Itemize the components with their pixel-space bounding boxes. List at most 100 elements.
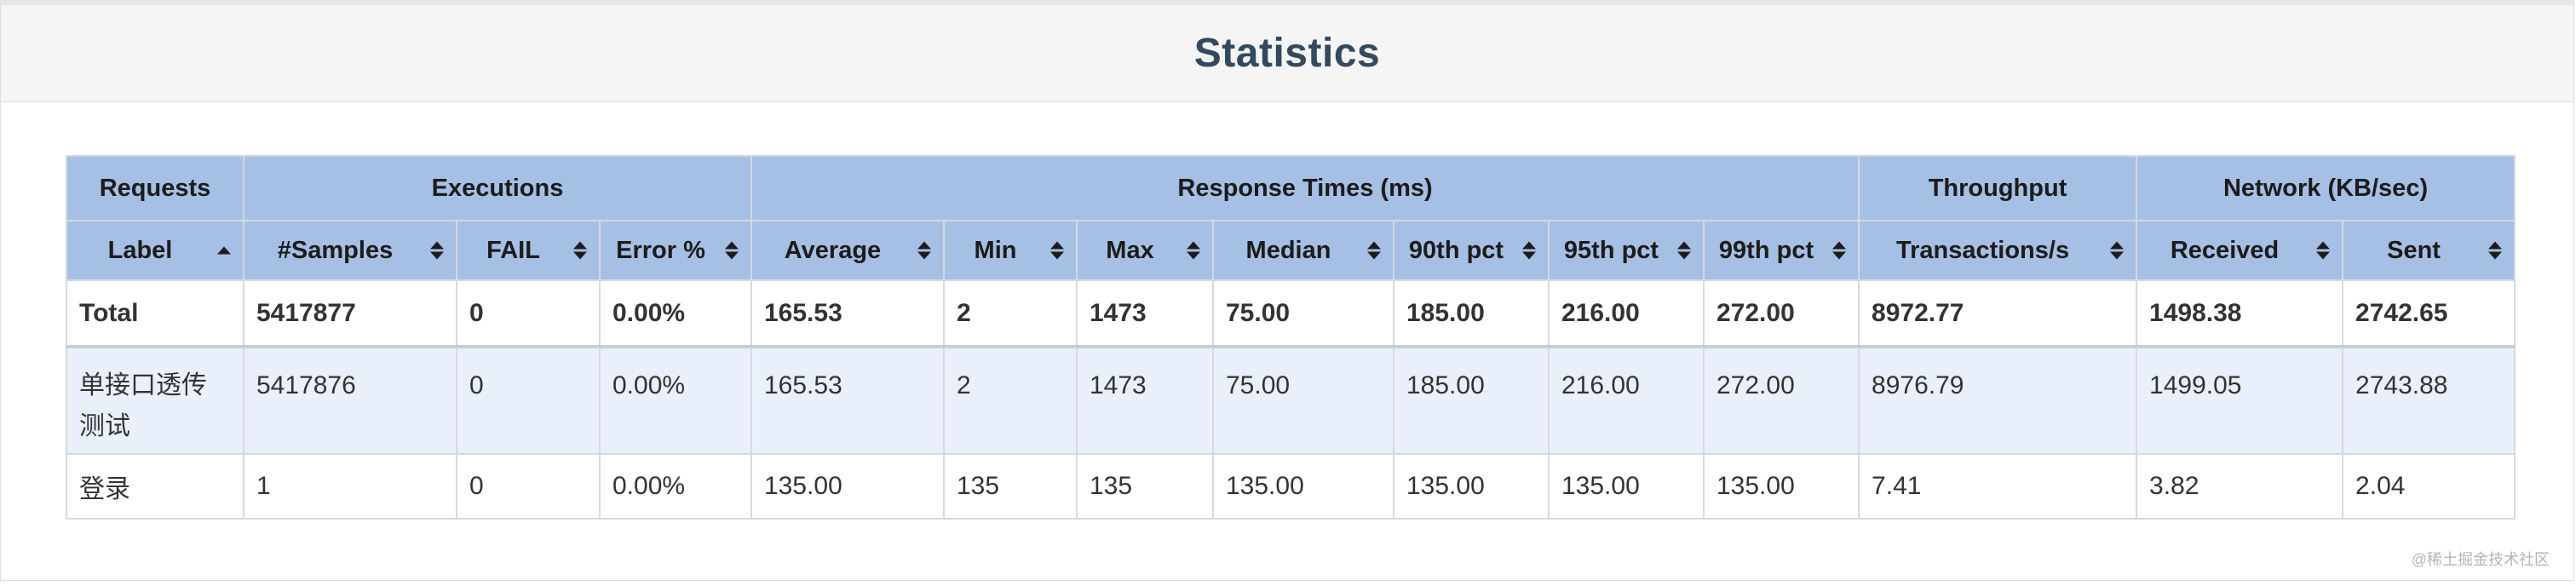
column-header-label: FAIL [486, 236, 540, 264]
table-row: 登录 1 0 0.00% 135.00 135 135 135.00 135.00 135.00 1… [66, 453, 2516, 520]
sort-both-icon [725, 241, 739, 260]
table-cell: 2742.65 [2342, 279, 2516, 348]
table-cell: 75.00 [1212, 346, 1394, 455]
table-cell: 2 [943, 279, 1078, 348]
column-header-average[interactable]: Average [750, 220, 945, 281]
table-row: 单接口透传测试 5417876 0 0.00% 165.53 2 1473 75.00 185.… [66, 346, 2516, 455]
sort-both-icon [2110, 241, 2125, 260]
sort-both-icon [1187, 241, 1200, 260]
table-cell: 3.82 [2136, 453, 2344, 520]
watermark: @稀土掘金技术社区 [2411, 551, 2550, 568]
page-title: Statistics [1193, 31, 1381, 76]
column-header-median[interactable]: Median [1212, 220, 1394, 281]
table-cell: 135.00 [1393, 453, 1550, 520]
table-cell: 135 [1076, 453, 1214, 520]
table-cell: 135.00 [1212, 453, 1394, 520]
column-header-row: Label #Samples FAIL Error % Average Min Max Med… [66, 220, 2516, 281]
table-cell: 8972.77 [1858, 279, 2138, 348]
column-header-error[interactable]: Error % [599, 220, 752, 281]
table-cell: 0 [456, 346, 601, 455]
sort-both-icon [430, 241, 444, 260]
column-header-label[interactable]: Label [66, 220, 244, 281]
column-header-label: 90th pct [1408, 236, 1504, 264]
table-cell: 1473 [1076, 346, 1214, 455]
table-cell: 1499.05 [2136, 346, 2344, 455]
column-header-label: Min [974, 236, 1017, 264]
table-cell: 0.00% [599, 279, 752, 348]
column-header-90th-pct[interactable]: 90th pct [1393, 220, 1550, 281]
table-cell: 135 [943, 453, 1078, 520]
table-cell: 1498.38 [2136, 279, 2344, 348]
column-header-99th-pct[interactable]: 99th pct [1702, 220, 1860, 281]
table-cell: 1 [243, 453, 457, 520]
table-cell: 75.00 [1212, 279, 1394, 348]
table-cell: 2 [943, 346, 1078, 455]
column-header-label: 99th pct [1718, 236, 1814, 264]
table-cell: 185.00 [1393, 346, 1550, 455]
table-cell: 0 [456, 279, 601, 348]
group-header-network: Network (KB/sec) [2136, 155, 2516, 221]
table-cell: 272.00 [1702, 279, 1860, 348]
table-cell: 0.00% [599, 346, 752, 455]
column-header-fail[interactable]: FAIL [456, 220, 601, 281]
sort-both-icon [573, 241, 587, 260]
sort-both-icon [1677, 241, 1691, 260]
table-cell: 2743.88 [2342, 346, 2516, 455]
group-header-response-times: Response Times (ms) [750, 155, 1860, 221]
sort-both-icon [1522, 241, 1536, 260]
statistics-panel: Statistics Requests Executions Response … [0, 0, 2574, 581]
column-header-label: Median [1245, 236, 1331, 264]
column-header-label: Max [1106, 236, 1154, 264]
table-cell: 登录 [66, 453, 244, 520]
table-cell: 165.53 [750, 346, 945, 455]
statistics-table: Requests Executions Response Times (ms) … [66, 155, 2516, 520]
group-header-executions: Executions [243, 155, 752, 221]
sort-both-icon [917, 241, 931, 260]
sort-both-icon [1367, 241, 1381, 260]
total-row: Total 5417877 0 0.00% 165.53 2 1473 75.00 185.00… [66, 279, 2516, 348]
column-header-label: 95th pct [1563, 236, 1659, 264]
table-cell: 5417876 [243, 346, 457, 455]
sort-asc-icon [217, 246, 231, 255]
table-cell: Total [66, 279, 244, 348]
column-header-max[interactable]: Max [1076, 220, 1214, 281]
column-header-label: Error % [616, 236, 705, 264]
table-cell: 165.53 [750, 279, 945, 348]
column-header-95th-pct[interactable]: 95th pct [1548, 220, 1705, 281]
column-header-label: Average [784, 236, 882, 264]
column-header-transactions-s[interactable]: Transactions/s [1858, 220, 2138, 281]
table-cell: 216.00 [1548, 346, 1705, 455]
table-cell: 135.00 [1548, 453, 1705, 520]
column-header-label: Label [107, 236, 173, 264]
sort-both-icon [1050, 241, 1064, 260]
table-cell: 1473 [1076, 279, 1214, 348]
column-header-samples[interactable]: #Samples [243, 220, 457, 281]
table-cell: 135.00 [1702, 453, 1860, 520]
column-header-label: Transactions/s [1896, 236, 2070, 264]
column-header-label: #Samples [277, 236, 394, 264]
table-cell: 135.00 [750, 453, 945, 520]
table-cell: 8976.79 [1858, 346, 2138, 455]
table-cell: 单接口透传测试 [66, 346, 244, 455]
table-cell: 7.41 [1858, 453, 2138, 520]
column-header-label: Sent [2387, 236, 2441, 264]
column-header-received[interactable]: Received [2136, 220, 2344, 281]
statistics-table-body: Total 5417877 0 0.00% 165.53 2 1473 75.00 185.00… [66, 279, 2516, 520]
table-cell: 185.00 [1393, 279, 1550, 348]
group-header-throughput: Throughput [1858, 155, 2138, 221]
group-header-requests: Requests [66, 155, 244, 221]
table-cell: 2.04 [2342, 453, 2516, 520]
sort-both-icon [2316, 241, 2331, 260]
panel-heading: Statistics [1, 5, 2573, 102]
column-header-label: Received [2170, 236, 2280, 264]
table-cell: 5417877 [243, 279, 457, 348]
table-cell: 272.00 [1702, 346, 1860, 455]
sort-both-icon [1832, 241, 1847, 260]
sort-both-icon [2488, 241, 2503, 260]
group-header-row: Requests Executions Response Times (ms) … [66, 155, 2516, 221]
table-cell: 0.00% [599, 453, 752, 520]
column-header-min[interactable]: Min [943, 220, 1078, 281]
column-header-sent[interactable]: Sent [2342, 220, 2516, 281]
table-cell: 0 [456, 453, 601, 520]
table-cell: 216.00 [1548, 279, 1705, 348]
